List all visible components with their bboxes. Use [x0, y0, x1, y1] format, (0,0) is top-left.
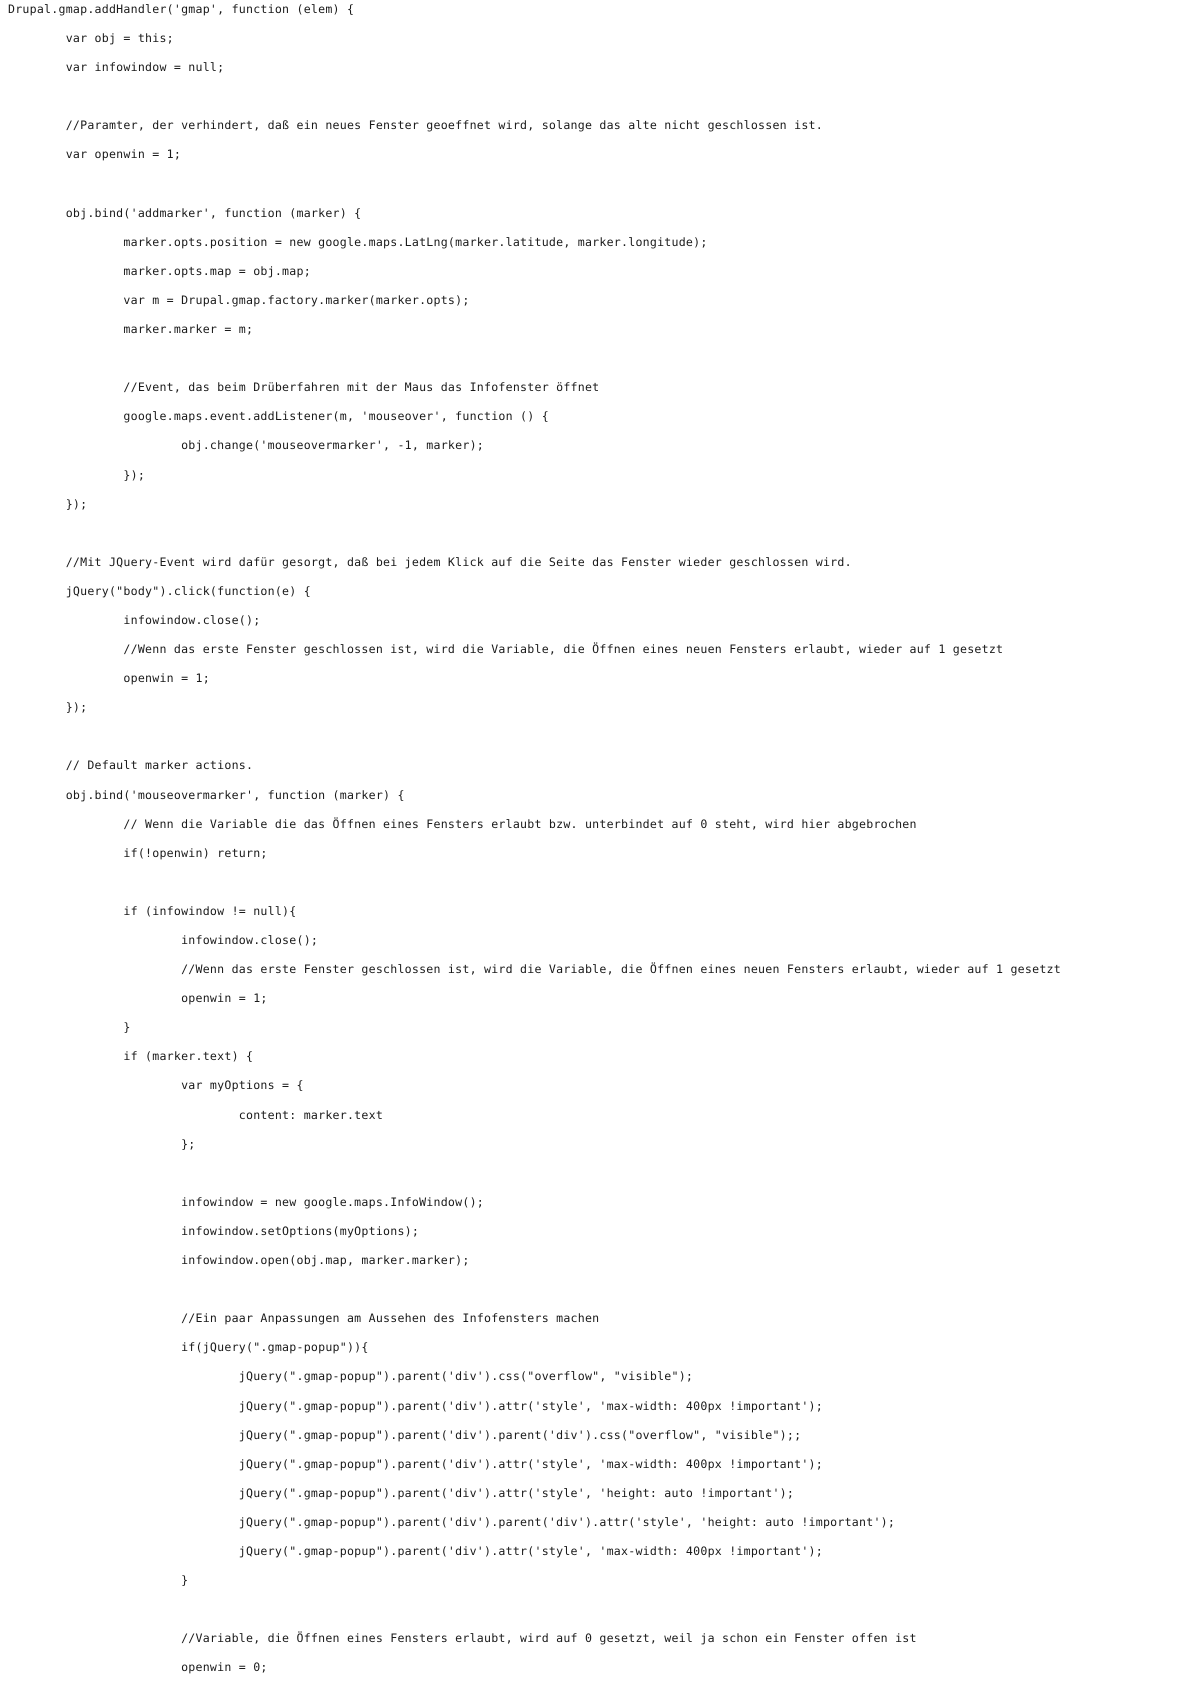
code-line: if(!openwin) return; — [8, 845, 268, 860]
code-line: Drupal.gmap.addHandler('gmap', function … — [8, 2, 355, 16]
code-line: }); — [8, 496, 88, 511]
code-line: google.maps.event.addListener(m, 'mouseo… — [8, 409, 549, 424]
code-line: content: marker.text — [8, 1107, 384, 1122]
code-line: openwin = 1; — [8, 991, 268, 1006]
code-line: jQuery("body").click(function(e) { — [8, 583, 311, 598]
code-line: jQuery(".gmap-popup").parent('div').attr… — [8, 1543, 823, 1558]
code-line: // Wenn die Variable die das Öffnen eine… — [8, 816, 917, 831]
code-line: } — [8, 1573, 189, 1588]
code-line: if (marker.text) { — [8, 1049, 254, 1064]
code-line: infowindow.open(obj.map, marker.marker); — [8, 1253, 470, 1268]
code-line: if(jQuery(".gmap-popup")){ — [8, 1340, 369, 1355]
code-line: infowindow.close(); — [8, 933, 319, 947]
code-line: //Paramter, der verhindert, daß ein neue… — [8, 118, 823, 133]
code-line: //Wenn das erste Fenster geschlossen ist… — [8, 962, 1061, 977]
code-line: jQuery(".gmap-popup").parent('div').pare… — [8, 1514, 896, 1529]
code-line: } — [8, 1020, 131, 1035]
code-line: jQuery(".gmap-popup").parent('div').attr… — [8, 1456, 823, 1471]
code-line: }); — [8, 467, 146, 482]
code-line: obj.bind('mouseovermarker', function (ma… — [8, 787, 405, 802]
code-line: var m = Drupal.gmap.factory.marker(marke… — [8, 292, 470, 307]
code-line: jQuery(".gmap-popup").parent('div').pare… — [8, 1427, 802, 1442]
code-line: openwin = 0; — [8, 1660, 268, 1675]
code-line: //Variable, die Öffnen eines Fensters er… — [8, 1631, 917, 1646]
code-line: jQuery(".gmap-popup").parent('div').attr… — [8, 1398, 823, 1413]
code-line: //Ein paar Anpassungen am Aussehen des I… — [8, 1311, 600, 1326]
code-line: marker.marker = m; — [8, 322, 254, 337]
code-line: //Wenn das erste Fenster geschlossen ist… — [8, 642, 1004, 657]
code-line: var infowindow = null; — [8, 60, 225, 75]
code-line: obj.change('mouseovermarker', -1, marker… — [8, 438, 484, 453]
code-listing: Drupal.gmap.addHandler('gmap', function … — [0, 0, 1200, 1688]
code-line: openwin = 1; — [8, 671, 210, 686]
code-line: var obj = this; — [8, 31, 174, 46]
code-line: }); — [8, 700, 88, 715]
code-line: marker.opts.map = obj.map; — [8, 263, 311, 278]
code-line: infowindow = new google.maps.InfoWindow(… — [8, 1194, 484, 1209]
code-line: //Event, das beim Drüberfahren mit der M… — [8, 380, 600, 395]
code-line: // Default marker actions. — [8, 758, 254, 773]
code-line: //Mit JQuery-Event wird dafür gesorgt, d… — [8, 554, 852, 569]
code-line: obj.bind('addmarker', function (marker) … — [8, 205, 362, 220]
code-line: infowindow.close(); — [8, 612, 261, 627]
code-line: infowindow.setOptions(myOptions); — [8, 1223, 420, 1238]
code-line: jQuery(".gmap-popup").parent('div').css(… — [8, 1369, 694, 1384]
code-line: if (infowindow != null){ — [8, 903, 297, 918]
code-line: marker.opts.position = new google.maps.L… — [8, 234, 708, 249]
code-line: jQuery(".gmap-popup").parent('div').attr… — [8, 1485, 795, 1500]
code-line: }; — [8, 1136, 196, 1151]
code-line: var myOptions = { — [8, 1078, 304, 1093]
code-line: var openwin = 1; — [8, 147, 182, 162]
